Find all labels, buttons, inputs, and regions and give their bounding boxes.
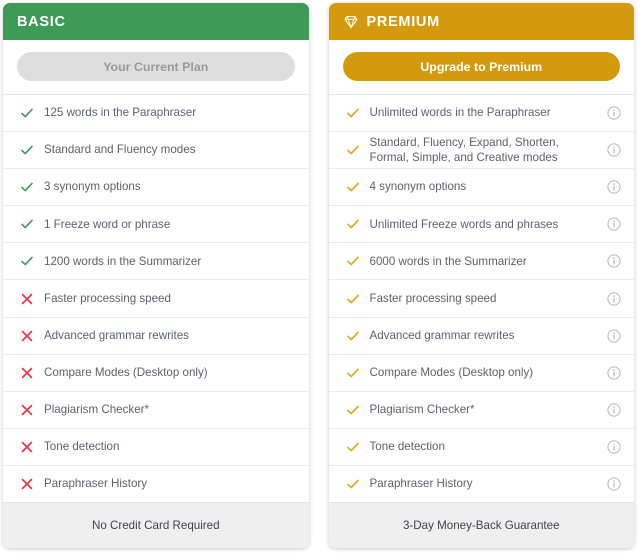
info-icon[interactable] [607,143,621,157]
info-icon[interactable] [607,440,621,454]
feature-label: Unlimited words in the Paraphraser [369,106,551,120]
feature-label: Standard, Fluency, Expand, Shorten, Form… [369,135,559,165]
feature-label: Faster processing speed [44,291,171,305]
info-icon[interactable] [607,291,621,306]
feature-label: Plagiarism Checker* [369,402,475,416]
feature-label: 1 Freeze word or phrase [44,217,171,231]
feature-label: 4 synonym options [369,180,467,194]
plan-footer-note: No Credit Card Required [3,502,309,548]
feature-row: Unlimited words in the Paraphraser [328,95,634,133]
plan-title: PREMIUM [366,13,440,30]
cross-icon [20,440,34,454]
check-icon [20,254,34,268]
check-icon [346,254,360,268]
plan-cta-area: Your Current Plan [3,40,309,94]
feature-row: Plagiarism Checker* [328,392,634,429]
feature-list: Unlimited words in the Paraphraser Standa… [328,94,635,502]
feature-row: Faster processing speed [328,280,634,318]
cross-icon [20,292,34,306]
cross-icon [20,366,34,380]
feature-row: Plagiarism Checker* [3,392,309,429]
feature-row: Tone detection [3,429,309,466]
upgrade-button[interactable]: Upgrade to Premium [342,52,620,81]
info-icon[interactable] [607,217,621,231]
feature-row: 4 synonym options [328,169,634,207]
feature-label: Tone detection [369,440,445,454]
check-icon [20,106,34,120]
feature-label: Compare Modes (Desktop only) [369,365,534,379]
plan-comparison: BASIC Your Current Plan 125 words in the P… [0,0,640,556]
feature-label: Standard and Fluency modes [44,143,196,157]
check-icon [346,292,360,306]
check-icon [20,180,34,194]
check-icon [346,329,360,343]
feature-row: Faster processing speed [3,280,309,318]
feature-label: Paraphraser History [44,477,148,491]
feature-row: Advanced grammar rewrites [328,318,634,355]
check-icon [20,143,34,157]
feature-list: 125 words in the Paraphraser Standard and… [3,94,309,502]
feature-label: Advanced grammar rewrites [369,328,515,342]
info-icon[interactable] [607,106,621,120]
feature-label: Unlimited Freeze words and phrases [369,217,559,231]
feature-row: 1200 words in the Summarizer [3,243,309,281]
feature-label: 1200 words in the Summarizer [44,254,202,268]
feature-label: Compare Modes (Desktop only) [44,365,208,379]
check-icon [346,180,360,194]
info-icon[interactable] [607,403,621,417]
feature-row: Tone detection [328,429,634,466]
check-icon [346,477,360,491]
current-plan-button: Your Current Plan [17,52,295,81]
feature-label: Faster processing speed [369,291,497,305]
info-icon[interactable] [607,366,621,380]
info-icon[interactable] [607,329,621,343]
check-icon [346,143,360,157]
check-icon [346,403,360,417]
feature-row: Standard, Fluency, Expand, Shorten, Form… [328,132,634,170]
cross-icon [20,477,34,491]
feature-label: 6000 words in the Summarizer [369,254,527,268]
feature-row: 1 Freeze word or phrase [3,206,309,244]
gem-icon [343,14,359,30]
plan-card-basic: BASIC Your Current Plan 125 words in the P… [3,3,309,548]
info-icon[interactable] [607,254,621,269]
check-icon [346,217,360,231]
feature-row: Advanced grammar rewrites [3,318,309,355]
info-icon[interactable] [607,477,621,491]
feature-row: Paraphraser History [3,466,309,502]
feature-row: Standard and Fluency modes [3,132,309,170]
check-icon [346,440,360,454]
feature-row: 125 words in the Paraphraser [3,95,309,133]
cross-icon [20,329,34,343]
plan-card-premium: PREMIUM Upgrade to Premium Unlimited words… [328,3,635,548]
feature-label: Tone detection [44,440,120,454]
plan-footer-note: 3-Day Money-Back Guarantee [328,502,634,548]
plan-cta-area: Upgrade to Premium [328,40,634,94]
feature-row: 6000 words in the Summarizer [328,243,634,281]
check-icon [346,366,360,380]
info-icon[interactable] [607,180,621,194]
feature-row: 3 synonym options [3,169,309,207]
feature-label: 3 synonym options [44,180,141,194]
feature-row: Compare Modes (Desktop only) [3,355,309,392]
feature-label: 125 words in the Paraphraser [44,106,197,120]
feature-row: Paraphraser History [329,466,635,502]
plan-title: BASIC [17,13,66,30]
check-icon [346,106,360,120]
feature-row: Compare Modes (Desktop only) [328,355,634,392]
cross-icon [20,403,34,417]
feature-label: Plagiarism Checker* [44,402,150,416]
feature-label: Paraphraser History [369,477,473,491]
plan-header-premium: PREMIUM [328,3,634,40]
feature-row: Unlimited Freeze words and phrases [328,206,634,244]
check-icon [20,217,34,231]
feature-label: Advanced grammar rewrites [44,328,189,342]
plan-header-basic: BASIC [3,3,309,40]
